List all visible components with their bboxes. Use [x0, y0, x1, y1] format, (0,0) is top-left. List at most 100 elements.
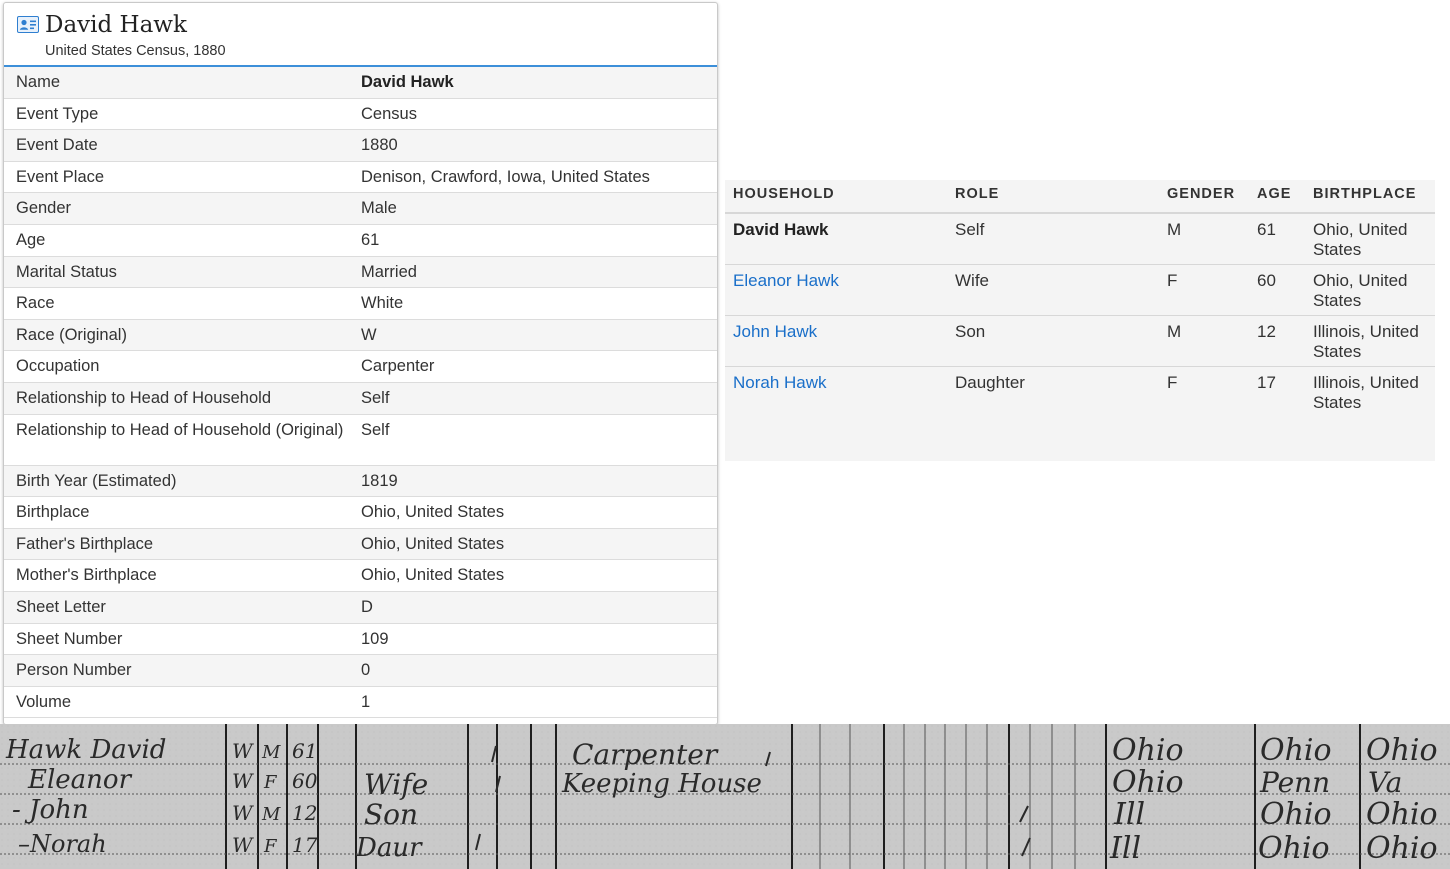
field-value: White: [361, 294, 404, 313]
member-name-link[interactable]: John Hawk: [733, 322, 817, 341]
svg-text:Ohio: Ohio: [1366, 831, 1438, 866]
field-row: Occupation Carpenter: [4, 351, 717, 383]
header-gender: GENDER: [1167, 186, 1236, 202]
household-row: John Hawk Son M 12 Illinois, United States: [725, 316, 1435, 367]
record-title: David Hawk: [45, 12, 187, 38]
field-label: Occupation: [16, 357, 100, 376]
field-value: Ohio, United States: [361, 566, 505, 585]
field-row: Race (Original) W: [4, 319, 717, 352]
field-label: Sheet Number: [16, 629, 123, 648]
field-row: Birthplace Ohio, United States: [4, 497, 717, 529]
field-label: Race: [16, 294, 55, 313]
census-image: Hawk David Eleanor - John –Norah W M 61 …: [0, 724, 1450, 869]
household-cell: Eleanor Hawk: [725, 265, 955, 315]
field-label: Event Date: [16, 136, 98, 155]
member-birthplace: Ohio, United States: [1313, 271, 1408, 310]
field-row: Birth Year (Estimated) 1819: [4, 465, 717, 498]
svg-text:Ohio: Ohio: [1260, 733, 1332, 768]
field-label: Race (Original): [16, 325, 127, 344]
field-label: Mother's Birthplace: [16, 566, 157, 585]
member-role: Self: [955, 220, 985, 239]
svg-text:Va: Va: [1368, 766, 1402, 799]
field-row: Volume 1: [4, 686, 717, 719]
household-cell: Norah Hawk: [725, 367, 955, 417]
svg-text:Penn: Penn: [1259, 766, 1330, 799]
field-label: Volume: [16, 692, 72, 711]
member-name-link[interactable]: Norah Hawk: [733, 373, 827, 392]
member-age: 17: [1257, 373, 1276, 392]
member-gender: M: [1167, 322, 1182, 341]
field-value: 61: [361, 230, 380, 249]
household-row: Eleanor Hawk Wife F 60 Ohio, United States: [725, 265, 1435, 316]
header-role: ROLE: [955, 186, 1000, 202]
svg-text:Ohio: Ohio: [1260, 797, 1332, 832]
field-row: Person Number 0: [4, 655, 717, 687]
record-card: David Hawk United States Census, 1880 Na…: [3, 2, 718, 725]
household-body: David Hawk Self M 61 Ohio, United States Elea…: [725, 214, 1435, 417]
field-label: Birth Year (Estimated): [16, 471, 177, 490]
svg-text:Ill: Ill: [1113, 797, 1145, 832]
field-label: Gender: [16, 199, 72, 218]
svg-text:Eleanor: Eleanor: [27, 765, 133, 795]
field-row: Event Type Census: [4, 98, 717, 131]
field-row: Age 61: [4, 224, 717, 257]
field-row: Gender Male: [4, 193, 717, 225]
svg-text:17: 17: [292, 833, 318, 857]
svg-text:M: M: [261, 804, 281, 825]
svg-text:60: 60: [292, 769, 318, 793]
field-value: W: [361, 325, 377, 344]
field-row: Relationship to Head of Household Self: [4, 382, 717, 415]
svg-text:Ohio: Ohio: [1112, 765, 1184, 800]
household-cell: John Hawk: [725, 316, 955, 366]
field-value: Self: [361, 388, 390, 407]
member-birthplace: Illinois, United States: [1313, 322, 1419, 361]
member-age: 61: [1257, 220, 1276, 239]
header-birthplace: BIRTHPLACE: [1313, 186, 1417, 202]
member-age: 60: [1257, 271, 1276, 290]
field-value: Carpenter: [361, 357, 435, 376]
household-header-row: HOUSEHOLD ROLE GENDER AGE BIRTHPLACE: [725, 180, 1435, 214]
svg-text:Ohio: Ohio: [1258, 831, 1330, 866]
field-row: Relationship to Head of Household (Origi…: [4, 414, 717, 466]
field-row: Sheet Letter D: [4, 591, 717, 624]
field-value: 1819: [361, 471, 398, 490]
record-header: David Hawk United States Census, 1880: [4, 3, 717, 67]
svg-text:M: M: [261, 742, 281, 763]
svg-text:Hawk David: Hawk David: [5, 735, 166, 765]
field-row: Event Date 1880: [4, 130, 717, 162]
member-gender: M: [1167, 220, 1182, 239]
svg-text:W: W: [232, 833, 254, 857]
census-scan-graphic: Hawk David Eleanor - John –Norah W M 61 …: [0, 724, 1450, 869]
member-gender: F: [1167, 373, 1178, 392]
household-cell: David Hawk: [725, 214, 955, 264]
field-row: Father's Birthplace Ohio, United States: [4, 528, 717, 561]
person-card-icon: [17, 16, 39, 33]
field-label: Marital Status: [16, 262, 117, 281]
member-birthplace: Ohio, United States: [1313, 220, 1408, 259]
svg-text:Ill: Ill: [1109, 831, 1141, 866]
svg-text:Ohio: Ohio: [1112, 733, 1184, 768]
field-row: Marital Status Married: [4, 256, 717, 289]
svg-text:Keeping House: Keeping House: [561, 769, 762, 799]
member-age: 12: [1257, 322, 1276, 341]
field-value: Self: [361, 420, 390, 439]
field-value: 1880: [361, 136, 398, 155]
svg-text:Daur: Daur: [355, 833, 423, 863]
field-label: Sheet Letter: [16, 597, 106, 616]
field-value: Ohio, United States: [361, 534, 505, 553]
field-value: D: [361, 597, 373, 616]
svg-text:W: W: [232, 739, 254, 763]
field-label: Father's Birthplace: [16, 534, 154, 553]
field-label: Birthplace: [16, 503, 90, 522]
field-value: David Hawk: [361, 73, 454, 91]
household-row: Norah Hawk Daughter F 17 Illinois, United St…: [725, 367, 1435, 417]
field-label: Event Type: [16, 104, 99, 123]
member-name-link[interactable]: Eleanor Hawk: [733, 271, 839, 290]
svg-text:- John: - John: [12, 795, 89, 825]
svg-text:Son: Son: [364, 798, 418, 831]
field-row: Name David Hawk: [4, 67, 717, 99]
field-value: 109: [361, 629, 389, 648]
member-gender: F: [1167, 271, 1178, 290]
member-role: Wife: [955, 271, 989, 290]
field-value: 1: [361, 692, 371, 711]
